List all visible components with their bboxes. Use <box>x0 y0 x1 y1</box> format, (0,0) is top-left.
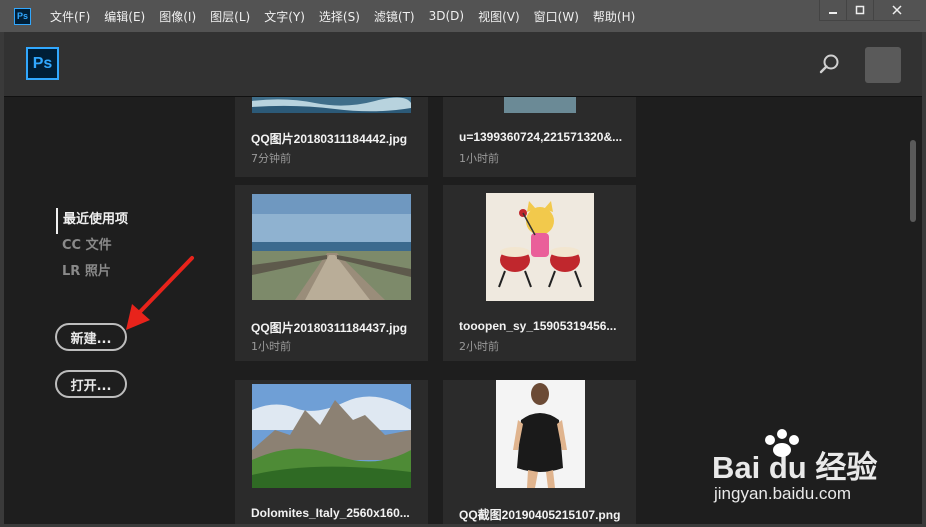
file-thumbnail <box>496 380 585 488</box>
maximize-button[interactable] <box>846 0 873 21</box>
file-thumbnail <box>486 193 594 301</box>
window-border-left <box>0 32 4 527</box>
recent-file-card[interactable]: QQ图片20180311184437.jpg 1小时前 <box>235 185 428 361</box>
menu-layer[interactable]: 图层(L) <box>210 8 250 25</box>
file-name: QQ图片20180311184437.jpg <box>251 321 408 335</box>
menu-help[interactable]: 帮助(H) <box>593 8 635 25</box>
menu-select[interactable]: 选择(S) <box>319 8 360 25</box>
search-icon[interactable] <box>819 53 841 75</box>
file-thumbnail <box>252 384 411 488</box>
menu-bar: Ps 文件(F) 编辑(E) 图像(I) 图层(L) 文字(Y) 选择(S) 滤… <box>0 0 926 32</box>
menu-image[interactable]: 图像(I) <box>159 8 196 25</box>
menu-type[interactable]: 文字(Y) <box>264 8 305 25</box>
file-thumbnail <box>252 97 411 113</box>
file-time: 7分钟前 <box>251 152 291 165</box>
menu-filter[interactable]: 滤镜(T) <box>374 8 415 25</box>
file-name: Dolomites_Italy_2560x160... <box>251 506 410 520</box>
file-name: u=1399360724,221571320&... <box>459 130 623 144</box>
recent-file-card[interactable]: Dolomites_Italy_2560x160... <box>235 380 428 527</box>
photoshop-logo: Ps <box>26 47 59 80</box>
window-border-right <box>922 32 926 527</box>
photoshop-small-icon[interactable]: Ps <box>14 7 31 25</box>
baidu-watermark: Bai du 经验 jingyan.baidu.com <box>712 428 912 518</box>
menu-view[interactable]: 视图(V) <box>478 8 520 25</box>
close-icon <box>892 5 902 15</box>
arrow-annotation <box>126 256 194 330</box>
recent-file-card[interactable]: QQ截图20190405215107.png <box>443 380 636 527</box>
recent-file-card[interactable]: QQ图片20180311184442.jpg 7分钟前 <box>235 97 428 177</box>
file-name: tooopen_sy_15905319456... <box>459 319 617 333</box>
file-thumbnail <box>504 97 576 113</box>
menu-3d[interactable]: 3D(D) <box>429 9 464 23</box>
file-time: 1小时前 <box>459 152 499 165</box>
start-header: Ps <box>4 32 922 97</box>
minimize-button[interactable] <box>819 0 846 21</box>
close-button[interactable] <box>873 0 920 21</box>
window-controls <box>819 0 920 22</box>
open-button[interactable]: 打开... <box>55 370 127 398</box>
file-time: 1小时前 <box>251 340 291 353</box>
file-name: QQ截图20190405215107.png <box>459 508 621 522</box>
file-thumbnail <box>252 194 411 300</box>
maximize-icon <box>855 5 865 15</box>
menu-edit[interactable]: 编辑(E) <box>104 8 145 25</box>
menu-file[interactable]: 文件(F) <box>50 8 90 25</box>
user-avatar[interactable] <box>865 47 901 83</box>
scrollbar-thumb[interactable] <box>910 140 916 222</box>
nav-recent[interactable]: 最近使用项 <box>56 208 128 234</box>
watermark-brand: Bai du 经验 <box>712 450 878 485</box>
file-name: QQ图片20180311184442.jpg <box>251 132 408 146</box>
menu-window[interactable]: 窗口(W) <box>534 8 579 25</box>
watermark-url: jingyan.baidu.com <box>714 484 852 503</box>
new-button[interactable]: 新建... <box>55 323 127 351</box>
recent-file-card[interactable]: u=1399360724,221571320&... 1小时前 <box>443 97 636 177</box>
file-time: 2小时前 <box>459 340 499 353</box>
minimize-icon <box>829 12 837 14</box>
recent-file-card[interactable]: tooopen_sy_15905319456... 2小时前 <box>443 185 636 361</box>
